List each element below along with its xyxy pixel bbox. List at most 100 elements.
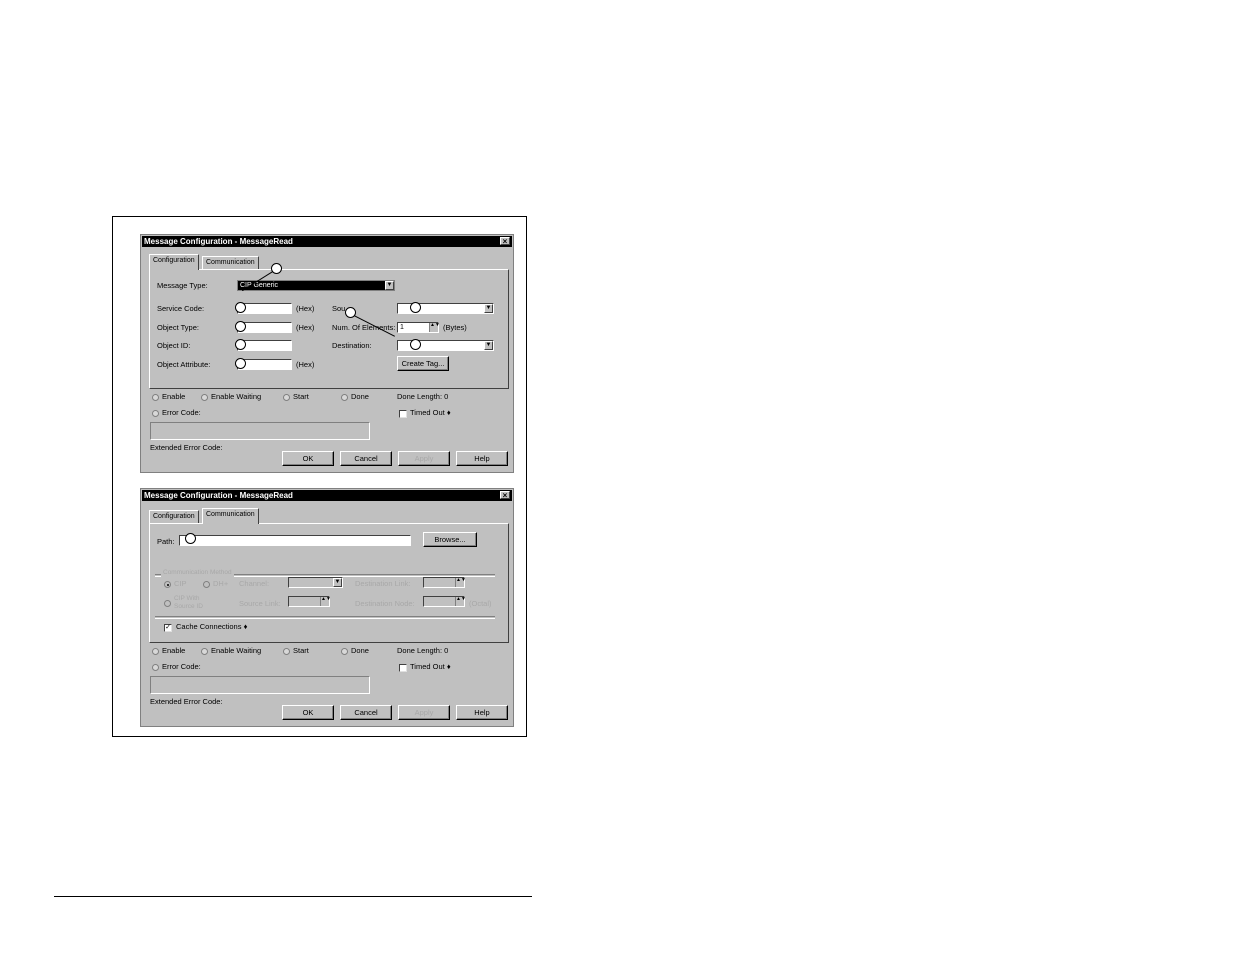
close-button[interactable]: ×: [500, 237, 510, 246]
spin-arrows-icon[interactable]: ▲▼: [455, 578, 466, 587]
object-attribute-label: Object Attribute:: [157, 360, 211, 369]
octal-label: (Octal): [469, 599, 492, 608]
service-code-label: Service Code:: [157, 304, 205, 313]
error-text-box: [150, 422, 370, 440]
message-type-select[interactable]: CIP Generic ▼: [237, 280, 395, 291]
callout-num-elements: [345, 307, 356, 318]
num-elements-input[interactable]: 1 ▲▼: [397, 322, 440, 333]
tab-communication[interactable]: Communication: [202, 508, 259, 524]
extended-error-label: Extended Error Code:: [150, 443, 223, 452]
enable-label: Enable: [162, 646, 186, 655]
dialog-title: Message Configuration - MessageRead: [144, 237, 293, 246]
message-config-dialog-communication: Message Configuration - MessageRead × Co…: [140, 488, 514, 727]
cache-connections-text: Cache Connections: [176, 622, 242, 631]
cip-with-source-id-label: CIP With Source ID: [174, 595, 203, 611]
chevron-down-icon[interactable]: ▼: [333, 578, 342, 587]
timed-out-label: Timed Out ♦: [410, 408, 451, 418]
start-label: Start: [293, 646, 309, 655]
title-bar: Message Configuration - MessageRead ×: [142, 236, 512, 247]
done-indicator-icon: [341, 394, 348, 401]
extended-error-label: Extended Error Code:: [150, 697, 223, 706]
timed-out-checkbox[interactable]: [399, 410, 407, 418]
ok-button[interactable]: OK: [282, 451, 334, 466]
destination-link-input[interactable]: ▲▼: [423, 577, 466, 588]
message-type-label: Message Type:: [157, 281, 208, 290]
callout-object-type: [235, 321, 246, 332]
tab-communication[interactable]: Communication: [202, 256, 259, 269]
source-link-label: Source Link:: [239, 599, 281, 608]
help-button[interactable]: Help: [456, 705, 508, 720]
start-indicator-icon: [283, 648, 290, 655]
path-label: Path:: [157, 537, 175, 546]
cache-connections-label: Cache Connections ♦: [176, 622, 247, 632]
cip-radio[interactable]: [164, 581, 171, 588]
page-bottom-rule: [54, 896, 532, 897]
destination-link-label: Destination Link:: [355, 579, 411, 588]
num-elements-value: 1: [400, 324, 404, 331]
done-label: Done: [351, 392, 369, 401]
start-indicator-icon: [283, 394, 290, 401]
cip-with-text: CIP With: [174, 595, 200, 602]
service-code-hex-label: (Hex): [296, 304, 315, 313]
timed-out-label: Timed Out ♦: [410, 662, 451, 672]
cancel-button[interactable]: Cancel: [340, 451, 392, 466]
apply-button[interactable]: Apply: [398, 705, 450, 720]
create-tag-button[interactable]: Create Tag...: [397, 356, 449, 371]
tab-configuration[interactable]: Configuration: [149, 510, 199, 523]
enable-waiting-indicator-icon: [201, 648, 208, 655]
error-code-indicator-icon: [152, 664, 159, 671]
comm-method-group-bottom: [155, 616, 495, 619]
cancel-button[interactable]: Cancel: [340, 705, 392, 720]
help-button[interactable]: Help: [456, 451, 508, 466]
done-label: Done: [351, 646, 369, 655]
callout-message-type: [271, 263, 282, 274]
error-code-indicator-icon: [152, 410, 159, 417]
bytes-label: (Bytes): [443, 323, 467, 332]
channel-select[interactable]: ▼: [288, 577, 343, 588]
destination-node-label: Destination Node:: [355, 599, 415, 608]
spin-arrows-icon[interactable]: ▲▼: [455, 597, 466, 606]
error-text-box: [150, 676, 370, 694]
arrow-icon: ♦: [446, 662, 451, 671]
callout-service-code: [235, 302, 246, 313]
browse-button[interactable]: Browse...: [423, 532, 477, 547]
callout-source: [410, 302, 421, 313]
start-label: Start: [293, 392, 309, 401]
spin-arrows-icon[interactable]: ▲▼: [429, 323, 440, 332]
comm-method-label: Communication Method: [161, 568, 234, 578]
enable-waiting-label: Enable Waiting: [211, 646, 262, 655]
source-id-text: Source ID: [174, 603, 203, 610]
destination-node-input[interactable]: ▲▼: [423, 596, 466, 607]
chevron-down-icon[interactable]: ▼: [484, 341, 493, 350]
close-button[interactable]: ×: [500, 491, 510, 500]
chevron-down-icon[interactable]: ▼: [484, 304, 493, 313]
callout-destination: [410, 339, 421, 350]
source-label: Sou: [332, 304, 346, 313]
dh-plus-radio[interactable]: [203, 581, 210, 588]
enable-waiting-label: Enable Waiting: [211, 392, 262, 401]
enable-label: Enable: [162, 392, 186, 401]
enable-waiting-indicator-icon: [201, 394, 208, 401]
chevron-down-icon[interactable]: ▼: [385, 281, 394, 290]
done-indicator-icon: [341, 648, 348, 655]
spin-arrows-icon[interactable]: ▲▼: [320, 597, 331, 606]
timed-out-text: Timed Out: [410, 408, 445, 417]
ok-button[interactable]: OK: [282, 705, 334, 720]
path-input[interactable]: [179, 535, 411, 546]
object-id-label: Object ID:: [157, 341, 191, 350]
error-code-label: Error Code:: [162, 662, 201, 671]
tab-configuration[interactable]: Configuration: [149, 254, 199, 270]
timed-out-checkbox[interactable]: [399, 664, 407, 672]
cip-with-source-id-radio[interactable]: [164, 600, 171, 607]
done-length: Done Length: 0: [397, 392, 449, 401]
cip-label: CIP: [174, 579, 187, 588]
enable-indicator-icon: [152, 394, 159, 401]
cache-connections-checkbox[interactable]: ✓: [164, 624, 172, 632]
source-link-input[interactable]: ▲▼: [288, 596, 331, 607]
apply-button[interactable]: Apply: [398, 451, 450, 466]
arrow-icon: ♦: [446, 408, 451, 417]
dh-plus-label: DH+: [213, 579, 229, 588]
timed-out-text: Timed Out: [410, 662, 445, 671]
callout-path: [185, 533, 196, 544]
arrow-icon: ♦: [243, 622, 248, 631]
